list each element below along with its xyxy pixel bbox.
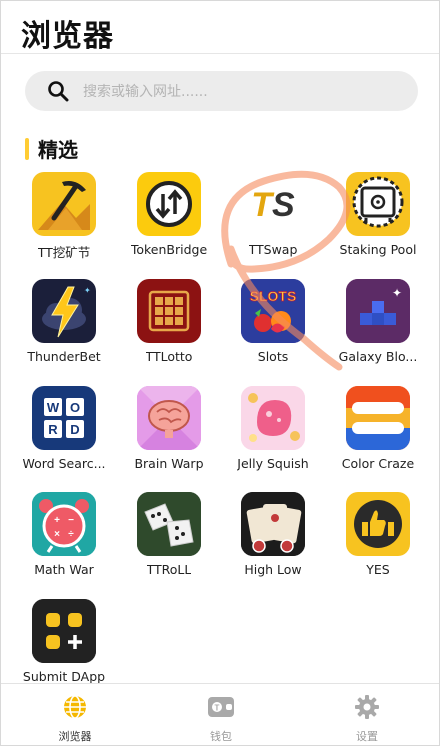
thumbs-up-icon [346, 492, 410, 556]
svg-text:T: T [215, 704, 220, 713]
slots-fruit-icon: SLOTS [241, 279, 305, 343]
app-staking-pool[interactable]: Staking Pool [325, 172, 431, 257]
pickaxe-icon [32, 172, 96, 236]
jelly-icon [241, 386, 305, 450]
app-name: TokenBridge [130, 242, 208, 257]
tab-label: 钱包 [210, 730, 232, 743]
dice-icon [137, 492, 201, 556]
app-name: High Low [244, 562, 302, 577]
app-word-search[interactable]: WORD Word Searc... [11, 386, 117, 471]
app-name: Color Craze [341, 456, 415, 471]
playing-cards-icon [241, 492, 305, 556]
svg-text:÷: ÷ [68, 529, 74, 540]
swap-arrows-icon [137, 172, 201, 236]
svg-text:R: R [48, 422, 58, 437]
app-yes[interactable]: YES [325, 492, 431, 577]
slots-word: SLOTS [250, 288, 297, 304]
section-accent-bar [25, 137, 29, 160]
thunder-cloud-icon: ✦ [32, 279, 96, 343]
app-ttroll[interactable]: TTRoLL [116, 492, 222, 577]
app-ttswap[interactable]: TS TTSwap [220, 172, 326, 257]
app-math-war[interactable]: + − × ÷ Math War [11, 492, 117, 577]
app-name: Jelly Squish [237, 456, 309, 471]
section-featured: 精选 [25, 134, 78, 163]
app-name: TTSwap [248, 242, 298, 257]
app-ttlotto[interactable]: TTLotto [116, 279, 222, 364]
app-galaxy-blocks[interactable]: ✦ Galaxy Blo... [325, 279, 431, 364]
app-tokenbridge[interactable]: TokenBridge [116, 172, 222, 257]
tab-browser[interactable]: 浏览器 [35, 694, 115, 744]
blocks-icon: ✦ [346, 279, 410, 343]
app-name: Galaxy Blo... [338, 349, 418, 364]
app-name: TT挖矿节 [37, 245, 91, 260]
svg-text:×: × [54, 529, 60, 540]
app-slots[interactable]: SLOTS Slots [220, 279, 326, 364]
app-name: YES [366, 562, 390, 577]
app-name: Brain Warp [134, 456, 204, 471]
app-name: Word Searc... [22, 456, 106, 471]
add-app-icon [32, 599, 96, 663]
section-title: 精选 [38, 138, 78, 162]
globe-icon [62, 694, 88, 724]
safe-icon [346, 172, 410, 236]
app-tt-mining[interactable]: TT挖矿节 [11, 172, 117, 261]
svg-text:✦: ✦ [84, 286, 91, 295]
svg-text:O: O [70, 400, 80, 415]
app-name: Submit DApp [22, 669, 106, 684]
app-high-low[interactable]: High Low [220, 492, 326, 577]
app-name: TTLotto [145, 349, 193, 364]
tab-label: 浏览器 [58, 730, 92, 743]
brain-icon [137, 386, 201, 450]
gear-icon [354, 694, 380, 724]
svg-text:+: + [54, 515, 60, 526]
ttswap-logo-icon: TS [241, 172, 305, 236]
search-icon [47, 80, 69, 102]
app-name: Staking Pool [339, 242, 417, 257]
search-placeholder: 搜索或输入网址...... [83, 84, 208, 100]
word-grid-icon: WORD [32, 386, 96, 450]
lotto-grid-icon [137, 279, 201, 343]
page-title: 浏览器 [21, 19, 114, 54]
svg-text:−: − [68, 515, 74, 526]
app-name: Slots [257, 349, 289, 364]
wallet-icon: T [206, 694, 236, 724]
app-color-craze[interactable]: Color Craze [325, 386, 431, 471]
tab-wallet[interactable]: T 钱包 [181, 694, 261, 744]
tab-settings[interactable]: 设置 [327, 694, 407, 744]
svg-text:D: D [70, 422, 79, 437]
alarm-clock-icon: + − × ÷ [32, 492, 96, 556]
tab-label: 设置 [356, 730, 378, 743]
search-input[interactable]: 搜索或输入网址...... [25, 71, 418, 111]
app-thunderbet[interactable]: ✦ ThunderBet [11, 279, 117, 364]
header-divider [1, 53, 439, 54]
svg-text:TS: TS [251, 186, 295, 224]
app-name: ThunderBet [27, 349, 101, 364]
app-submit-dapp[interactable]: Submit DApp [11, 599, 117, 684]
svg-text:✦: ✦ [392, 286, 402, 300]
app-name: TTRoLL [146, 562, 192, 577]
app-jelly-squish[interactable]: Jelly Squish [220, 386, 326, 471]
color-bars-icon [346, 386, 410, 450]
app-brain-warp[interactable]: Brain Warp [116, 386, 222, 471]
svg-text:W: W [47, 400, 60, 415]
tab-bar: 浏览器 T 钱包 设置 [1, 683, 439, 745]
app-name: Math War [34, 562, 94, 577]
ttswap-letter-s: S [272, 186, 295, 224]
